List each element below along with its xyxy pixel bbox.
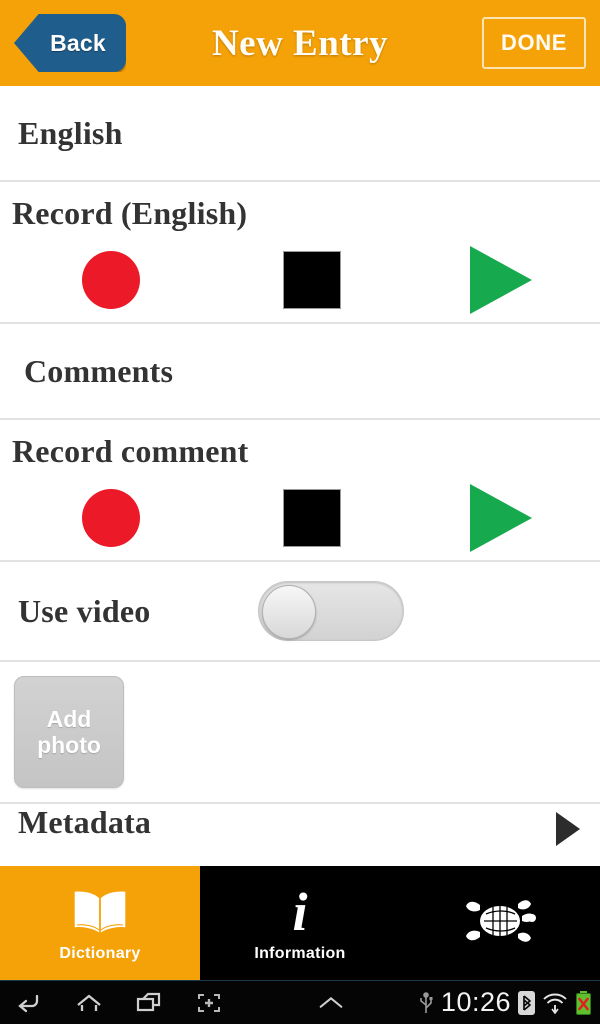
play-triangle-icon (470, 484, 532, 552)
screenshot-icon[interactable] (194, 989, 224, 1017)
add-photo-line1: Add (46, 705, 92, 732)
turtle-icon (462, 892, 538, 950)
record-button-english[interactable] (0, 251, 222, 309)
field-label-record-english: Record (English) (12, 194, 248, 231)
info-glyph: i (292, 881, 308, 942)
field-row-record-english: Record (English) (0, 182, 600, 324)
stop-square-icon (283, 489, 341, 547)
use-video-toggle[interactable] (258, 581, 404, 641)
field-label-english: English (18, 114, 123, 151)
recorder-controls-english (0, 238, 600, 322)
system-nav-buttons (0, 989, 346, 1017)
usb-icon (418, 991, 434, 1015)
field-row-english[interactable]: English (0, 86, 600, 182)
bottom-tab-bar: Dictionary i Information (0, 866, 600, 980)
chevron-up-icon[interactable] (316, 989, 346, 1017)
battery-error-icon (575, 990, 592, 1016)
record-circle-icon (82, 251, 140, 309)
info-i-icon: i (292, 883, 307, 941)
app-header: Back New Entry DONE (0, 0, 600, 86)
field-label-comments: Comments (24, 352, 174, 389)
field-row-add-photo: Add photo (0, 662, 600, 804)
field-row-record-comment: Record comment (0, 420, 600, 562)
add-photo-line2: photo (37, 732, 101, 758)
field-label-use-video: Use video (18, 592, 151, 629)
bluetooth-icon (518, 990, 535, 1016)
stop-button-comment[interactable] (222, 489, 402, 547)
play-button-english[interactable] (402, 246, 600, 314)
done-button-label: DONE (501, 30, 567, 55)
tab-dictionary[interactable]: Dictionary (0, 866, 200, 980)
recents-icon[interactable] (134, 989, 164, 1017)
home-icon[interactable] (74, 989, 104, 1017)
back-button[interactable]: Back (14, 14, 126, 72)
disclosure-arrow-icon (556, 812, 580, 846)
toggle-knob (262, 585, 316, 639)
open-book-icon (69, 883, 131, 941)
status-clock: 10:26 (440, 987, 511, 1017)
field-label-metadata: Metadata (18, 804, 152, 840)
app-root: Back New Entry DONE English Record (Engl… (0, 0, 600, 1024)
status-icons: 10:26 (418, 987, 592, 1018)
field-label-wrap: Record comment (0, 420, 600, 476)
tab-turtle[interactable] (400, 866, 600, 980)
back-button-label: Back (50, 29, 106, 56)
field-row-metadata[interactable]: Metadata (0, 804, 600, 848)
wifi-icon (542, 990, 568, 1016)
play-triangle-icon (470, 246, 532, 314)
field-row-use-video[interactable]: Use video (0, 562, 600, 662)
tab-label-information: Information (254, 945, 346, 962)
system-navigation-bar: 10:26 (0, 980, 600, 1024)
stop-button-english[interactable] (222, 251, 402, 309)
recorder-controls-comment (0, 476, 600, 560)
record-circle-icon (82, 489, 140, 547)
record-button-comment[interactable] (0, 489, 222, 547)
field-row-comments[interactable]: Comments (0, 324, 600, 420)
tab-label-dictionary: Dictionary (59, 945, 141, 962)
add-photo-button[interactable]: Add photo (14, 676, 124, 788)
play-button-comment[interactable] (402, 484, 600, 552)
done-button[interactable]: DONE (482, 17, 586, 69)
field-label-wrap: Record (English) (0, 182, 600, 238)
field-label-record-comment: Record comment (12, 432, 249, 469)
stop-square-icon (283, 251, 341, 309)
back-arrow-icon[interactable] (14, 989, 44, 1017)
form-list[interactable]: English Record (English) Comments Record… (0, 86, 600, 866)
tab-information[interactable]: i Information (200, 866, 400, 980)
